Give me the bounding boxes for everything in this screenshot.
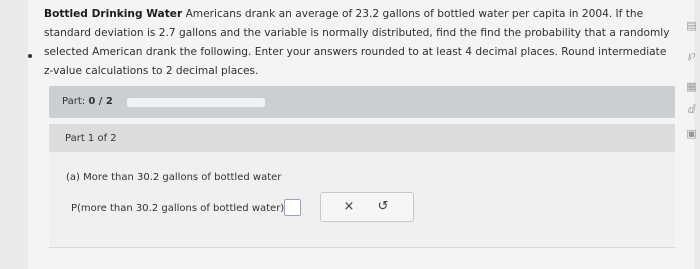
part-progress-value: 0 / 2 — [88, 96, 113, 107]
data-icon[interactable]: ⅆ — [684, 102, 699, 117]
subpart-label: Part 1 of 2 — [65, 133, 117, 144]
bullet-dot — [28, 54, 32, 58]
problem-topic: Bottled Drinking Water — [44, 8, 183, 20]
clear-button[interactable]: × — [339, 198, 359, 216]
problem-statement: Bottled Drinking Water Americans drank a… — [44, 5, 674, 81]
part-progress-label: Part: 0 / 2 — [62, 96, 113, 107]
close-icon: × — [343, 199, 355, 214]
calculator-icon[interactable]: ▤ — [684, 18, 699, 33]
undo-button[interactable]: ↺ — [373, 198, 393, 216]
table-icon[interactable]: ▦ — [684, 79, 699, 94]
book-icon[interactable]: ▣ — [684, 126, 699, 141]
content-divider — [49, 247, 675, 248]
subpart-header[interactable]: Part 1 of 2 — [49, 124, 675, 152]
stats-icon[interactable]: ℘ — [684, 47, 699, 62]
answer-action-panel: × ↺ — [320, 192, 414, 222]
probability-expression: P(more than 30.2 gallons of bottled wate… — [71, 203, 296, 214]
progress-track — [127, 98, 265, 107]
tool-sidebar: ▤ ℘ ▦ ⅆ ▣ — [682, 0, 700, 269]
part-label-text: Part: — [62, 96, 86, 107]
undo-icon: ↺ — [377, 199, 389, 214]
question-area: (a) More than 30.2 gallons of bottled wa… — [49, 152, 675, 247]
part-progress-bar: Part: 0 / 2 — [49, 86, 675, 118]
question-prompt: (a) More than 30.2 gallons of bottled wa… — [66, 172, 282, 183]
answer-input[interactable] — [284, 199, 301, 216]
